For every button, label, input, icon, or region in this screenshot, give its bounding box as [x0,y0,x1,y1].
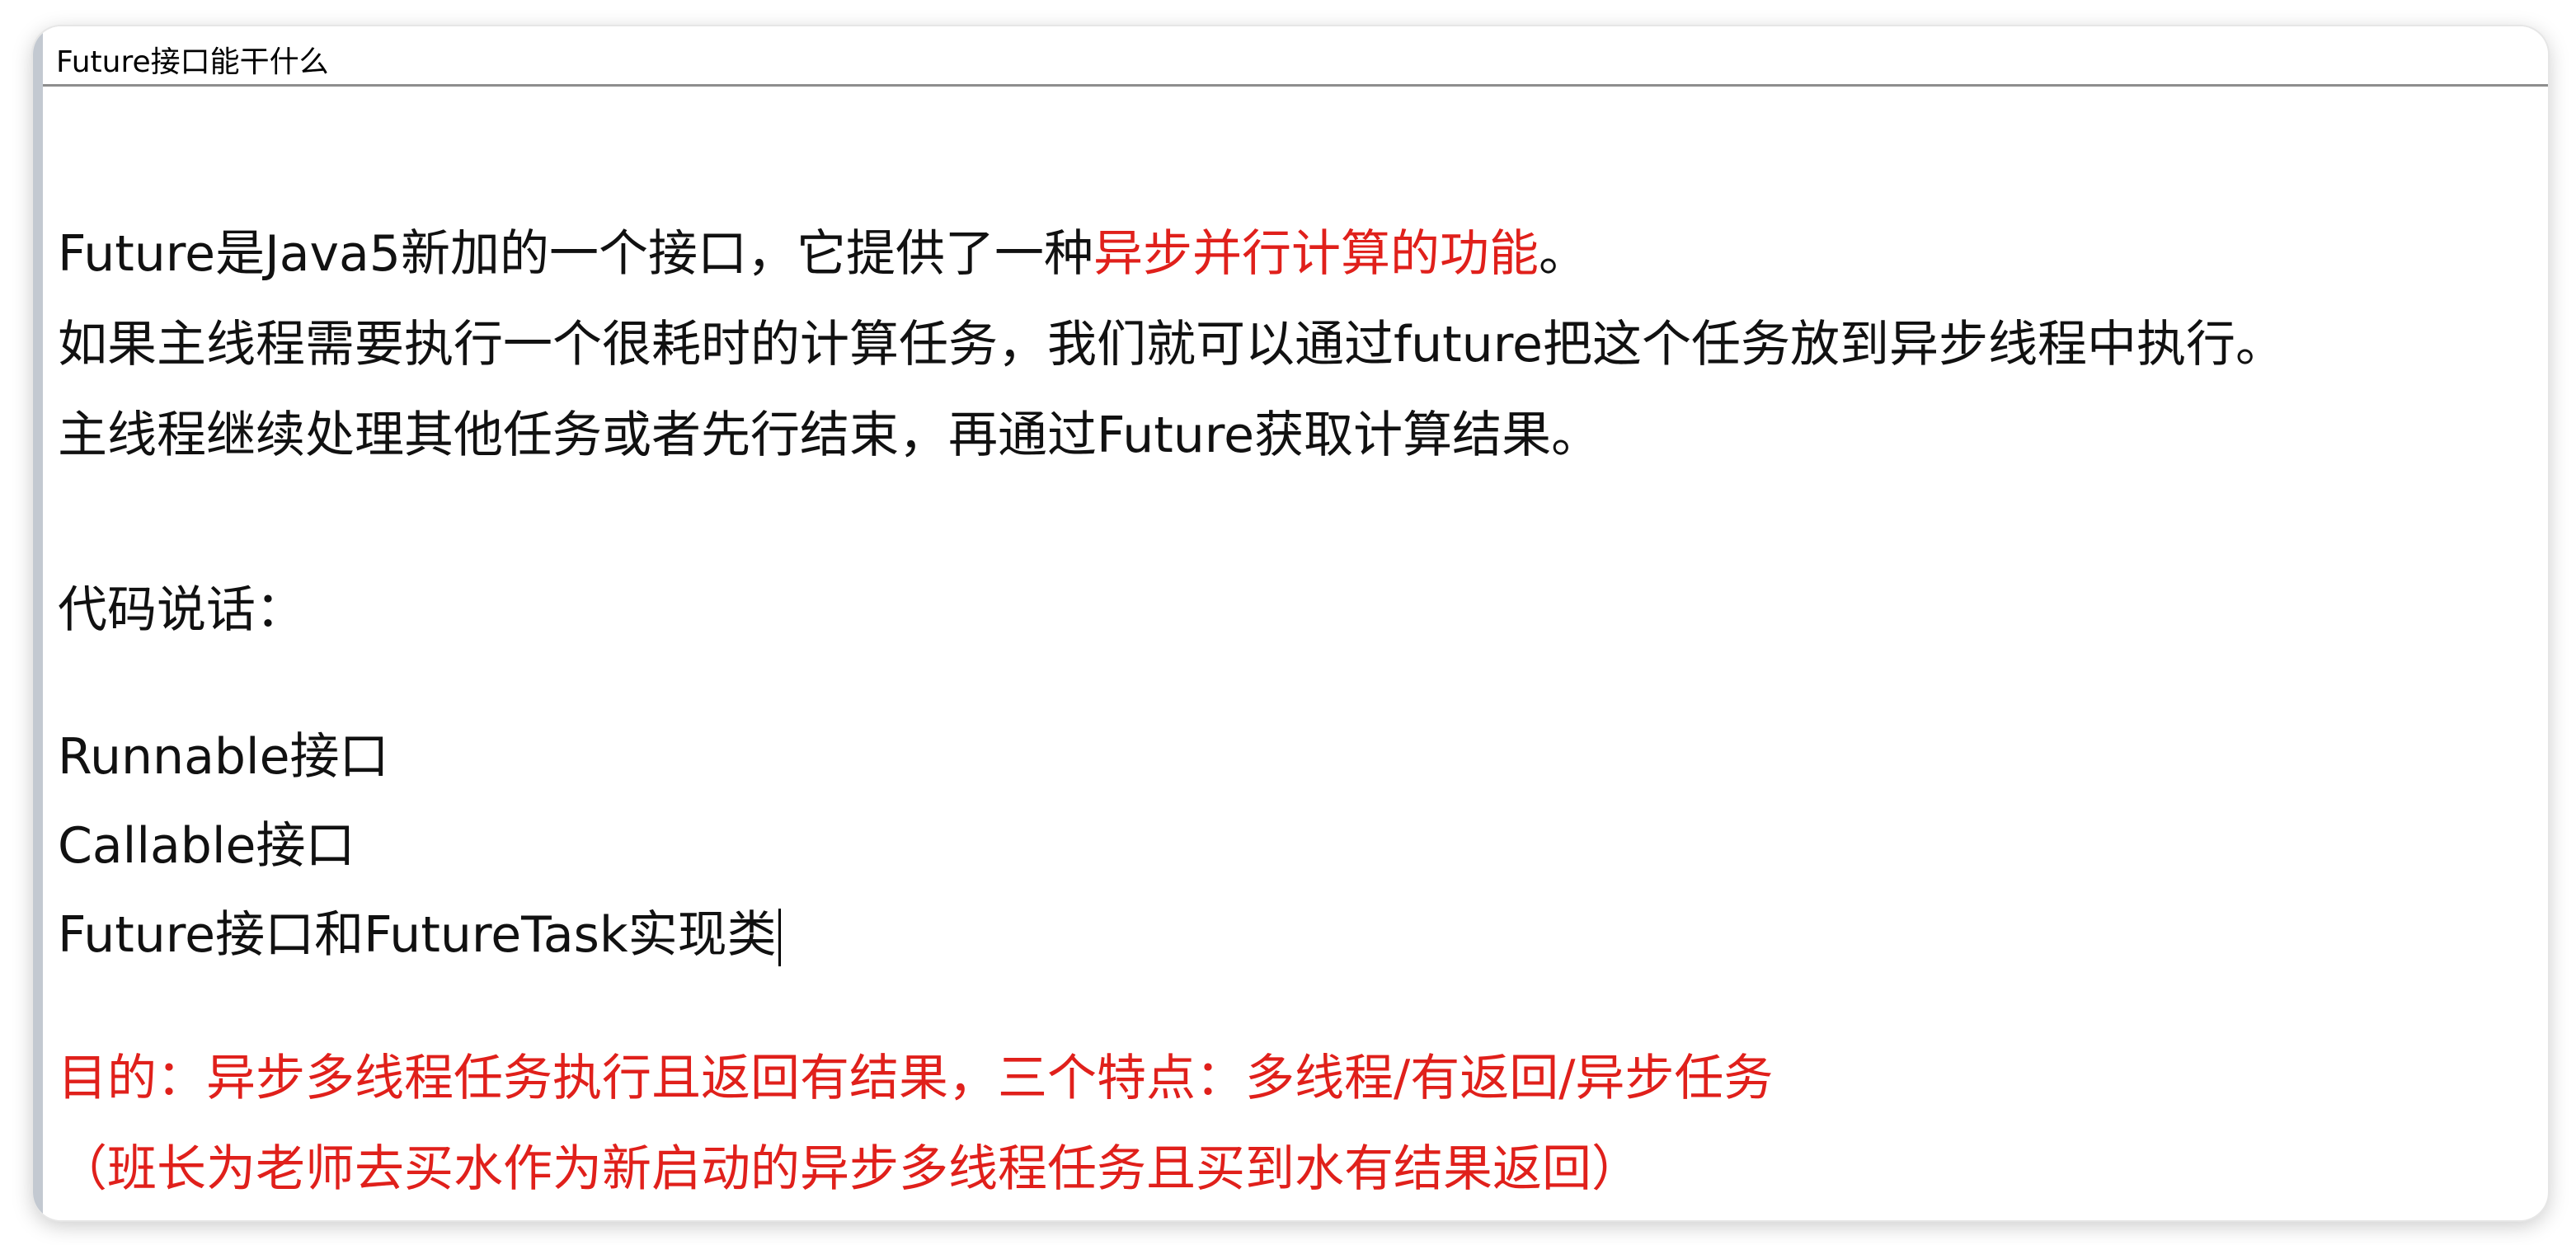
intro-period: 。 [1539,225,1588,283]
intro-highlight: 异步并行计算的功能 [1093,225,1539,283]
main-thread-line: 如果主线程需要执行一个很耗时的计算任务，我们就可以通过future把这个任务放到… [58,316,2285,374]
list-item-future-text: Future接口和FutureTask实现类 [58,906,777,964]
intro-line: Future是Java5新加的一个接口，它提供了一种异步并行计算的功能。 [58,224,1588,284]
code-heading: 代码说话： [58,581,305,639]
continue-line: 主线程继续处理其他任务或者先行结束，再通过Future获取计算结果。 [58,406,1601,464]
left-edge-accent [33,26,43,1220]
intro-text: Future是Java5新加的一个接口，它提供了一种 [58,225,1093,283]
list-item-future: Future接口和FutureTask实现类 [58,905,781,967]
example-line: （班长为老师去买水作为新启动的异步多线程任务且买到水有结果返回） [58,1140,1641,1198]
window-title: Future接口能干什么 [56,45,329,79]
list-item-runnable: Runnable接口 [58,728,389,786]
document-body[interactable]: Future是Java5新加的一个接口，它提供了一种异步并行计算的功能。 如果主… [58,84,2531,1220]
purpose-line: 目的：异步多线程任务执行且返回有结果，三个特点：多线程/有返回/异步任务 [58,1050,1774,1107]
document-window: Future接口能干什么 Future是Java5新加的一个接口，它提供了一种异… [33,26,2548,1220]
list-item-callable: Callable接口 [58,817,355,875]
title-bar: Future接口能干什么 [43,26,2548,87]
text-cursor [778,909,781,967]
